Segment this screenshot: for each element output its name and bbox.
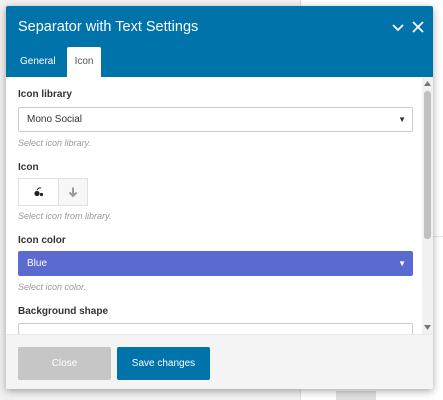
scroll-down-icon[interactable]	[423, 323, 432, 332]
modal-scrollbar[interactable]	[422, 77, 433, 334]
modal-header: Separator with Text Settings General Ico…	[6, 6, 433, 77]
icon-picker-toggle[interactable]	[59, 179, 87, 205]
icon-help: Select icon from library.	[18, 211, 112, 221]
close-button[interactable]: Close	[18, 347, 111, 380]
dropdown-arrow-icon: ▼	[398, 259, 406, 268]
icon-library-label: Icon library	[18, 89, 72, 100]
minimize-button[interactable]	[390, 19, 406, 35]
icon-library-help: Select icon library.	[18, 138, 91, 148]
modal-body: Icon library Mono Social ▼ Select icon l…	[6, 77, 433, 334]
settings-modal: Separator with Text Settings General Ico…	[6, 6, 433, 389]
background-block	[336, 391, 376, 400]
background-shape-label: Background shape	[18, 306, 109, 317]
background-shape-select[interactable]	[18, 323, 413, 334]
icon-preview	[19, 179, 59, 205]
icon-label: Icon	[18, 162, 39, 173]
scroll-up-icon[interactable]	[423, 79, 432, 88]
selected-social-icon	[33, 187, 43, 197]
chevron-down-icon	[392, 24, 404, 32]
icon-color-value: Blue	[27, 258, 48, 269]
icon-color-help: Select icon color.	[18, 282, 87, 292]
scroll-thumb[interactable]	[424, 91, 431, 239]
modal-footer: Close Save changes	[6, 334, 433, 389]
tab-general[interactable]: General	[12, 47, 64, 77]
icon-library-value: Mono Social	[27, 114, 83, 125]
icon-picker[interactable]	[18, 178, 88, 206]
tab-icon[interactable]: Icon	[66, 47, 102, 77]
icon-color-label: Icon color	[18, 235, 66, 246]
tab-bar: General Icon	[12, 47, 102, 77]
modal-title: Separator with Text Settings	[18, 19, 199, 35]
save-changes-button[interactable]: Save changes	[117, 347, 210, 380]
arrow-down-icon	[68, 187, 78, 198]
form-content: Icon library Mono Social ▼ Select icon l…	[18, 89, 413, 334]
dropdown-arrow-icon: ▼	[398, 115, 406, 124]
close-modal-button[interactable]	[410, 19, 426, 35]
icon-library-select[interactable]: Mono Social ▼	[18, 107, 413, 132]
close-icon	[412, 21, 424, 33]
icon-color-select[interactable]: Blue ▼	[18, 251, 413, 276]
